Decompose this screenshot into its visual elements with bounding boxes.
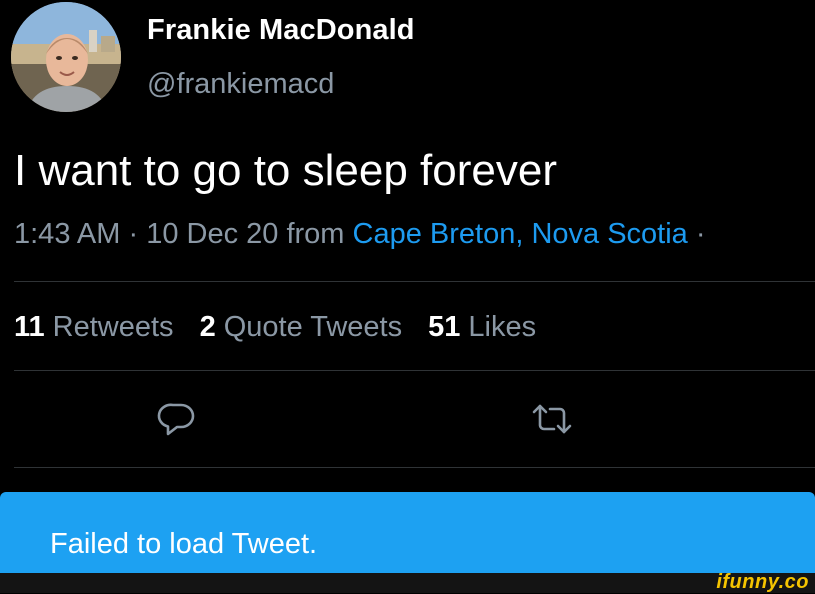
meta-trailing: · [687,218,706,250]
stat-likes[interactable]: 51 Likes [428,311,536,344]
tweet-meta: 1:43 AM · 10 Dec 20 from Cape Breton, No… [14,218,706,251]
stat-quote-tweets[interactable]: 2 Quote Tweets [200,311,403,344]
divider-bottom [14,467,815,468]
tweet-author: Frankie MacDonald @frankiemacd [11,2,731,112]
ifunny-watermark: ifunny.co [716,571,809,593]
meta-from: from [278,218,353,250]
tweet-text: I want to go to sleep forever [14,146,557,195]
failed-to-load-text: Failed to load Tweet. [50,528,318,560]
tweet-date[interactable]: 10 Dec 20 [146,218,278,250]
reply-button[interactable] [155,397,199,441]
stat-label: Quote Tweets [223,311,403,343]
failed-to-load-banner: Failed to load Tweet. [0,492,815,573]
stat-count: 51 [428,311,461,343]
author-name[interactable]: Frankie MacDonald [147,14,415,47]
stat-retweets[interactable]: 11 Retweets [14,311,174,344]
divider-middle [14,370,815,371]
avatar[interactable] [11,2,121,112]
stat-label: Likes [468,311,537,343]
retweet-icon [532,404,572,434]
stat-count: 2 [199,311,216,343]
retweet-button[interactable] [530,397,574,441]
meta-separator: · [120,218,147,250]
divider-top [14,281,815,282]
profile-photo-icon [11,2,121,112]
reply-icon [157,403,195,436]
stat-count: 11 [14,311,45,343]
tweet-stats: 11 Retweets 2 Quote Tweets 51 Likes [14,311,536,344]
tweet-location-link[interactable]: Cape Breton, Nova Scotia [353,218,688,250]
stat-label: Retweets [52,311,174,343]
author-handle[interactable]: @frankiemacd [147,68,334,101]
watermark-bar: ifunny.co [0,571,815,593]
tweet-time[interactable]: 1:43 AM [14,218,120,250]
